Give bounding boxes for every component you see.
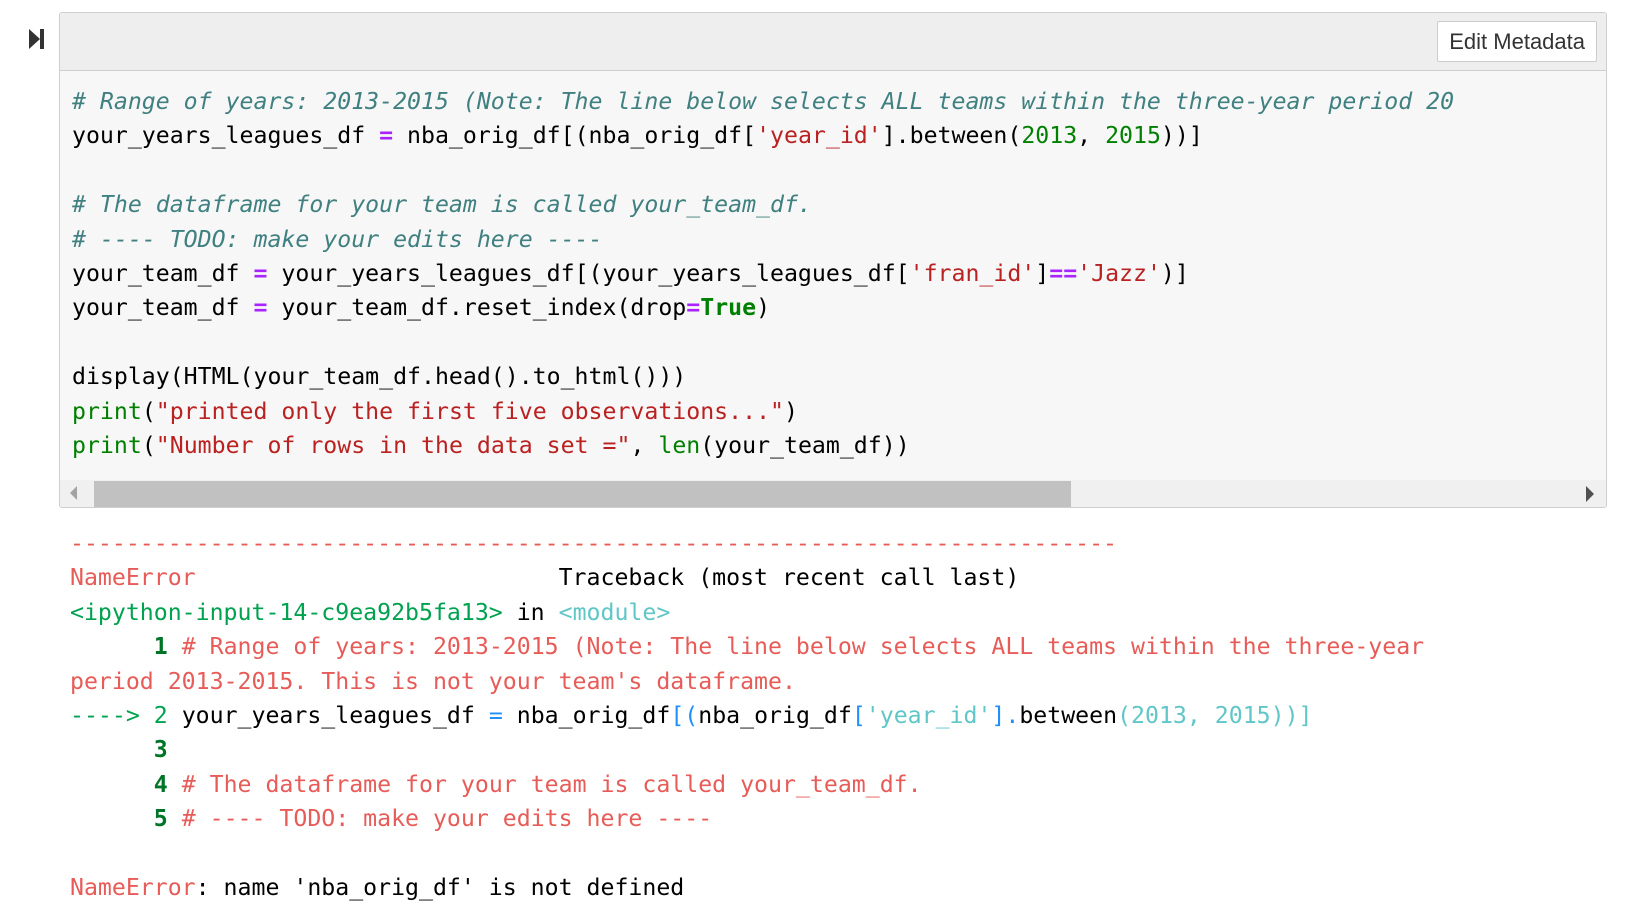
code-text: your_team_df	[72, 294, 254, 322]
error-name: NameError	[70, 564, 196, 592]
code-string: 'fran_id'	[909, 260, 1036, 288]
code-string: 'year_id'	[756, 122, 882, 150]
code-builtin: print	[72, 432, 142, 460]
traceback-prefix	[70, 771, 154, 798]
traceback-prefix	[70, 736, 154, 763]
code-text: (	[141, 432, 156, 460]
code-cell[interactable]: Edit Metadata # Range of years: 2013-201…	[59, 12, 1607, 508]
input-reference: <ipython-input-14-c9ea92b5fa13>	[70, 598, 503, 626]
traceback-arrow: ---->	[70, 702, 154, 730]
code-text: your_team_df.reset_index(drop	[267, 294, 687, 322]
traceback-separator: ----------------------------------------…	[70, 530, 1118, 557]
traceback-line-number: 3	[153, 736, 168, 764]
module-reference: <module>	[558, 598, 671, 626]
traceback-prefix	[70, 633, 154, 660]
code-keyword: True	[700, 294, 757, 322]
traceback-bracket: [(	[670, 702, 699, 730]
traceback-operator: =	[488, 702, 503, 730]
code-operator: =	[686, 294, 701, 322]
code-text: (	[141, 397, 156, 425]
scroll-left-arrow-icon[interactable]	[70, 486, 77, 500]
code-string: "printed only the first five observation…	[155, 397, 784, 425]
scroll-right-arrow-icon[interactable]	[1586, 486, 1594, 502]
code-comment: # ---- TODO: make your edits here ----	[72, 225, 603, 253]
traceback-code: your_years_leagues_df	[167, 702, 489, 730]
code-number: 2013	[1021, 122, 1078, 150]
horizontal-scrollbar[interactable]	[60, 480, 1606, 507]
code-operator: =	[253, 294, 268, 322]
traceback-line-number: 5	[153, 805, 168, 833]
code-text: ].between(	[881, 122, 1022, 150]
code-operator: =	[253, 260, 268, 288]
traceback-bracket: [	[851, 702, 866, 730]
code-comment: # Range of years: 2013-2015 (Note: The l…	[72, 88, 1455, 115]
code-text: ]	[1035, 260, 1050, 288]
error-output: ----------------------------------------…	[70, 527, 1424, 905]
code-text: )	[783, 397, 798, 425]
cell-toolbar: Edit Metadata	[60, 13, 1606, 71]
code-text: )	[756, 294, 771, 322]
traceback-line-number: 2	[153, 702, 168, 730]
traceback-line-number: 4	[153, 770, 168, 798]
final-error-message: : name 'nba_orig_df' is not defined	[195, 874, 685, 902]
traceback-line-text: period 2013-2015. This is not your team'…	[70, 667, 796, 695]
traceback-line-text: # ---- TODO: make your edits here ----	[167, 805, 713, 833]
code-operator: =	[379, 122, 394, 150]
code-string: 'Jazz'	[1077, 260, 1161, 288]
code-text: display(HTML(your_team_df.head().to_html…	[72, 363, 687, 391]
traceback-string: 'year_id'	[865, 702, 992, 730]
code-builtin: print	[72, 397, 142, 425]
code-text: your_team_df	[72, 260, 254, 288]
traceback-code: nba_orig_df	[698, 702, 852, 730]
in-text: in	[502, 598, 559, 626]
traceback-bracket: ].	[991, 702, 1020, 730]
edit-metadata-button[interactable]: Edit Metadata	[1437, 21, 1597, 62]
traceback-prefix	[70, 805, 154, 832]
code-editor[interactable]: # Range of years: 2013-2015 (Note: The l…	[60, 71, 1606, 480]
traceback-line-number: 1	[153, 633, 168, 661]
code-string: "Number of rows in the data set ="	[155, 432, 631, 460]
step-forward-icon[interactable]	[28, 28, 46, 50]
code-text: your_years_leagues_df[(your_years_league…	[267, 260, 910, 288]
traceback-args: (2013, 2015))]	[1117, 702, 1313, 730]
traceback-line-text: # Range of years: 2013-2015 (Note: The l…	[167, 633, 1425, 661]
final-error-name: NameError	[70, 874, 196, 902]
code-operator: ==	[1049, 260, 1078, 288]
traceback-line-text: # The dataframe for your team is called …	[167, 770, 922, 798]
code-text: ,	[630, 432, 659, 460]
code-comment: # The dataframe for your team is called …	[72, 191, 812, 219]
traceback-code: between	[1019, 702, 1118, 730]
code-number: 2015	[1105, 122, 1161, 150]
scrollbar-thumb[interactable]	[94, 481, 1071, 507]
traceback-header: Traceback (most recent call last)	[195, 564, 1020, 592]
code-builtin: len	[658, 432, 701, 460]
code-text: your_years_leagues_df	[72, 122, 380, 150]
traceback-code: nba_orig_df	[502, 702, 671, 730]
code-text: (your_team_df))	[700, 432, 910, 460]
code-text: ,	[1077, 122, 1106, 150]
code-text: nba_orig_df[(nba_orig_df[	[393, 122, 757, 150]
code-text: ))]	[1160, 122, 1203, 150]
code-text: )]	[1160, 260, 1189, 288]
